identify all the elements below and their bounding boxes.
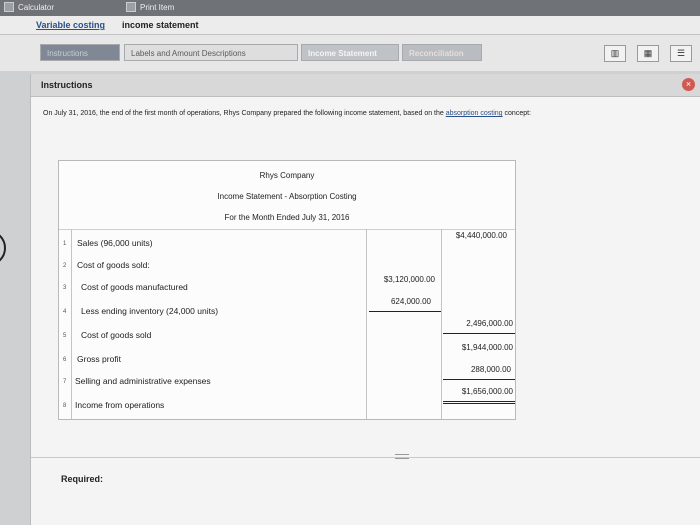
print-item-label: Print Item: [140, 2, 175, 12]
row-number: 5: [63, 333, 67, 339]
row-label: Gross profit: [77, 354, 121, 364]
title-link[interactable]: Variable costing: [36, 20, 105, 30]
row-label: Less ending inventory (24,000 units): [81, 306, 219, 316]
tab-instructions[interactable]: Instructions: [40, 44, 120, 61]
income-statement-table: Rhys Company Income Statement - Absorpti…: [58, 160, 516, 420]
title-text: income statement: [122, 20, 199, 30]
row-label: Cost of goods manufactured: [81, 282, 188, 292]
screen-edge-arc: [0, 230, 6, 266]
row-number: 2: [63, 263, 67, 269]
row-number: 8: [63, 403, 67, 409]
sales-amount: $4,440,000.00: [455, 231, 507, 240]
panel-heading: Instructions: [41, 80, 93, 90]
income-from-operations-amount: $1,656,000.00: [461, 387, 513, 396]
calculator-button[interactable]: Calculator: [4, 2, 54, 12]
tab-income-statement[interactable]: Income Statement: [301, 44, 399, 61]
panel-divider: [31, 457, 700, 458]
selling-admin-amount: 288,000.00: [470, 365, 511, 374]
statement-title: Income Statement - Absorption Costing: [217, 192, 357, 201]
gross-profit-amount: $1,944,000.00: [461, 343, 513, 352]
resize-handle[interactable]: [395, 454, 409, 459]
table-row: 3 Cost of goods manufactured: [59, 277, 515, 299]
tab-labels-and-amount-descriptions[interactable]: Labels and Amount Descriptions: [124, 44, 298, 61]
intro-tail: concept:: [504, 110, 531, 117]
row-label: Cost of goods sold: [81, 330, 152, 340]
book-icon[interactable]: ▥: [604, 45, 626, 62]
list-icon[interactable]: ☰: [670, 45, 692, 62]
row-label: Cost of goods sold:: [77, 260, 150, 270]
top-toolbar: Calculator Print Item: [0, 0, 700, 16]
table-row: 2 Cost of goods sold:: [59, 255, 515, 277]
table-row: 8 Income from operations: [59, 395, 515, 417]
tab-reconciliation[interactable]: Reconciliation: [402, 44, 482, 61]
row-label: Sales (96,000 units): [77, 238, 153, 248]
cogm-amount: $3,120,000.00: [383, 275, 435, 284]
statement-period: For the Month Ended July 31, 2016: [224, 213, 350, 222]
ending-inventory-amount: 624,000.00: [390, 297, 431, 306]
intro-text: On July 31, 2016, the end of the first m…: [43, 110, 531, 117]
instructions-panel: Instructions × On July 31, 2016, the end…: [30, 74, 700, 525]
print-item-button[interactable]: Print Item: [126, 2, 174, 12]
panel-header: Instructions ×: [31, 74, 700, 97]
cogs-amount: 2,496,000.00: [466, 319, 513, 328]
row-label: Selling and administrative expenses: [75, 376, 211, 386]
company-name: Rhys Company: [259, 171, 315, 180]
row-number: 6: [63, 357, 67, 363]
close-icon[interactable]: ×: [682, 78, 695, 91]
absorption-costing-link[interactable]: absorption costing: [446, 110, 503, 117]
row-number: 4: [63, 309, 67, 315]
calculator-label: Calculator: [18, 2, 55, 12]
print-icon: [126, 2, 136, 12]
row-number: 3: [63, 285, 67, 291]
tab-bar: Instructions Labels and Amount Descripti…: [0, 35, 700, 71]
calculator-icon: [4, 2, 14, 12]
calculator-grid-icon[interactable]: ▦: [637, 45, 659, 62]
title-bar: Variable costing income statement: [0, 16, 700, 35]
intro-sentence: On July 31, 2016, the end of the first m…: [43, 110, 444, 117]
row-label: Income from operations: [75, 400, 165, 410]
row-number: 1: [63, 241, 67, 247]
required-heading: Required:: [61, 474, 104, 484]
row-number: 7: [63, 379, 67, 385]
